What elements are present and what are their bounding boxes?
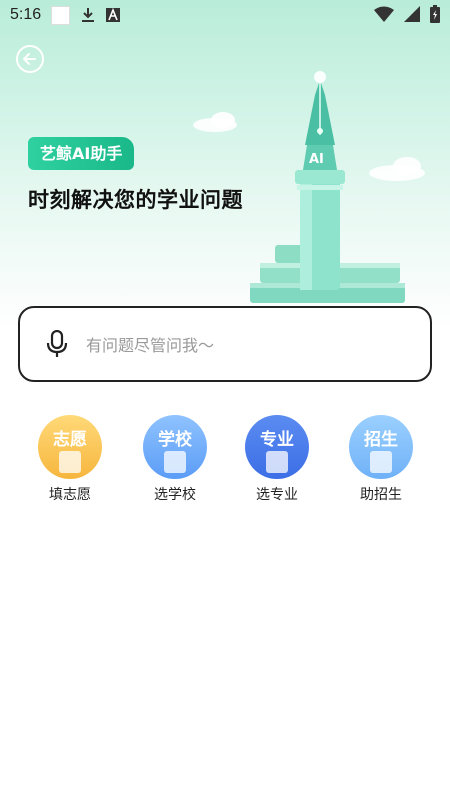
- feature-admissions-help[interactable]: 招生 助招生: [336, 415, 426, 504]
- page-headline: 时刻解决您的学业问题: [28, 188, 243, 212]
- download-icon: [82, 8, 95, 22]
- ai-assistant-badge: 艺鲸AI助手: [28, 137, 135, 170]
- ask-question-box[interactable]: 有问题尽管问我～: [18, 306, 432, 382]
- microphone-icon[interactable]: [42, 329, 72, 359]
- back-arrow-icon: [23, 53, 36, 65]
- wifi-icon: [374, 6, 394, 22]
- feature-label: 填志愿: [49, 487, 91, 503]
- signal-icon: [404, 6, 420, 22]
- back-button[interactable]: [16, 45, 44, 73]
- feature-fill-application[interactable]: 志愿 填志愿: [25, 415, 115, 504]
- major-document-icon: 专业: [245, 415, 309, 479]
- feature-label: 选学校: [154, 487, 196, 503]
- pen-ai-text: AI: [309, 152, 324, 167]
- feature-tag: 专业: [260, 430, 294, 450]
- school-building-icon: 学校: [143, 415, 207, 479]
- feature-tag: 学校: [158, 430, 192, 450]
- a-notification-icon: [106, 8, 121, 22]
- feature-label: 助招生: [360, 487, 402, 503]
- admissions-box-icon: 招生: [349, 415, 413, 479]
- battery-icon: [430, 5, 440, 23]
- feature-choose-major[interactable]: 专业 选专业: [232, 415, 322, 504]
- status-bar: 5:16: [0, 0, 450, 30]
- feature-tag: 志愿: [53, 430, 87, 450]
- application-form-icon: 志愿: [38, 415, 102, 479]
- feature-choose-school[interactable]: 学校 选学校: [130, 415, 220, 504]
- search-placeholder: 有问题尽管问我～: [86, 336, 215, 355]
- notification-square-icon: [51, 5, 71, 25]
- feature-grid: 志愿 填志愿 学校 选学校 专业 选专业 招生 助招生: [0, 415, 450, 515]
- status-time: 5:16: [10, 6, 42, 23]
- feature-label: 选专业: [256, 487, 298, 503]
- feature-tag: 招生: [364, 430, 398, 450]
